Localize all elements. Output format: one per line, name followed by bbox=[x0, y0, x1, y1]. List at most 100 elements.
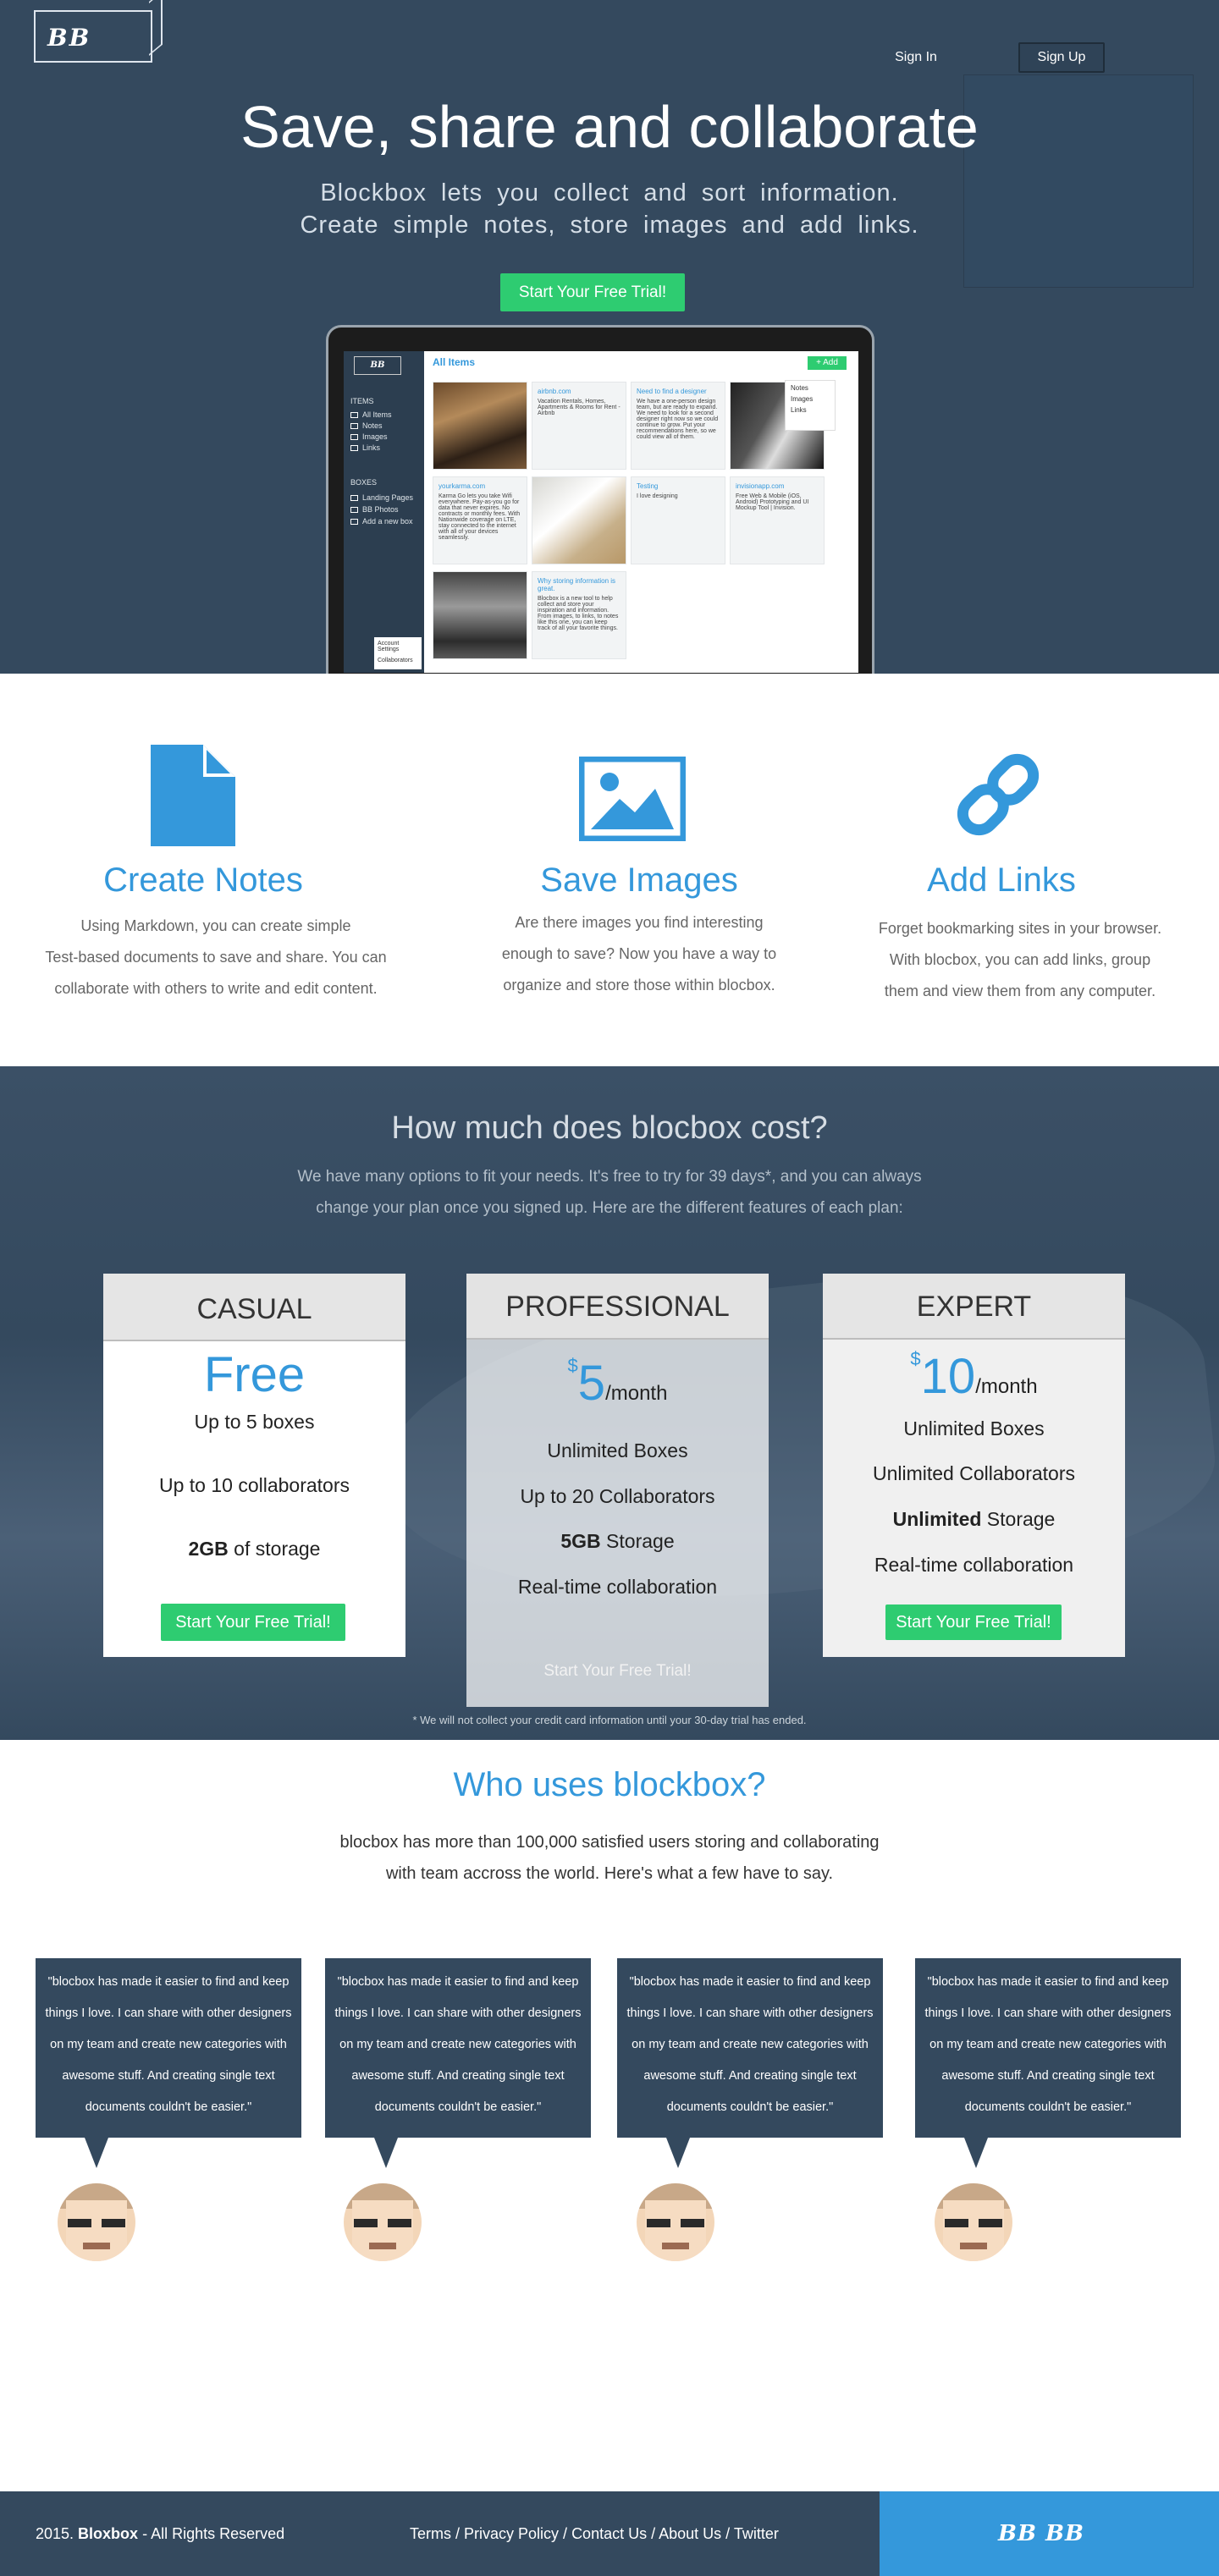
card-text: Free Web & Mobile (iOS, Android) Prototy… bbox=[736, 493, 809, 511]
plan-price-row: $5/month bbox=[466, 1355, 769, 1412]
storage-amount: Unlimited bbox=[892, 1508, 982, 1530]
plan-price-row: $10/month bbox=[823, 1348, 1125, 1405]
menu-images: Images bbox=[791, 395, 814, 403]
quote-line: documents couldn't be easier." bbox=[666, 2100, 834, 2114]
feature-text-line: them and view them from any computer. bbox=[884, 983, 1156, 999]
footer: 2015. Bloxbox - All Rights Reserved Term… bbox=[0, 2491, 1219, 2576]
expert-free-trial-button[interactable]: Start Your Free Trial! bbox=[885, 1604, 1062, 1640]
quote-line: awesome stuff. And creating single text bbox=[941, 2069, 1155, 2083]
account-settings-item: Account Settings bbox=[378, 641, 400, 652]
plan-price: 10 bbox=[920, 1349, 976, 1404]
link-icon bbox=[957, 753, 1040, 836]
plan-feature: Unlimited Boxes bbox=[903, 1417, 1045, 1439]
box-icon bbox=[350, 507, 358, 514]
logo[interactable]: BB bbox=[34, 10, 152, 63]
quote-line: things I love. I can share with other de… bbox=[924, 2006, 1172, 2020]
quote-line: "blocbox has made it easier to find and … bbox=[337, 1975, 579, 1989]
items-heading: ITEMS bbox=[350, 397, 374, 405]
sidebar-item-all-items: All Items bbox=[350, 410, 392, 419]
quote-line: "blocbox has made it easier to find and … bbox=[47, 1975, 290, 1989]
sidebar-item-notes: Notes bbox=[350, 421, 383, 430]
quote-line: on my team and create new categories wit… bbox=[50, 2038, 287, 2051]
feature-text-images: Are there images you find interesting en… bbox=[440, 907, 838, 1001]
plan-feature: Up to 20 Collaborators bbox=[520, 1485, 715, 1507]
quote-line: things I love. I can share with other de… bbox=[334, 2006, 582, 2020]
copyright-year: 2015. bbox=[36, 2525, 79, 2542]
sidebar-item-label: Links bbox=[362, 443, 381, 452]
quote-line: awesome stuff. And creating single text bbox=[351, 2069, 565, 2083]
logo-text: BB bbox=[47, 24, 91, 52]
footer-link-terms[interactable]: Terms bbox=[410, 2525, 451, 2542]
card-text: I love designing bbox=[637, 493, 678, 499]
type-menu: Notes Images Links bbox=[785, 380, 836, 431]
plan-feature: Real-time collaboration bbox=[517, 1576, 718, 1598]
plan-price: Free bbox=[203, 1347, 306, 1402]
feature-text-line: Test-based documents to save and share. … bbox=[45, 949, 387, 966]
feature-text-notes: Using Markdown, you can create simple Te… bbox=[17, 911, 415, 1005]
item-card-photo bbox=[433, 571, 527, 659]
card-text: Vacation Rentals, Homes, Apartments & Ro… bbox=[538, 399, 621, 416]
footer-logo[interactable]: BB BB bbox=[998, 2521, 1084, 2546]
sign-up-button[interactable]: Sign Up bbox=[1018, 42, 1105, 73]
card-title: Need to find a designer bbox=[637, 388, 707, 395]
item-card: yourkarma.com Karma Go lets you take Wifi… bbox=[433, 476, 527, 564]
hero-section: BB Sign In Sign Up Save, share and colla… bbox=[0, 0, 1219, 674]
feature-text-line: collaborate with others to write and edi… bbox=[54, 980, 378, 997]
testimonial-quote: "blocbox has made it easier to find and … bbox=[915, 1958, 1181, 2168]
testimonial-quote: "blocbox has made it easier to find and … bbox=[36, 1958, 301, 2168]
hero-title: Save, share and collaborate bbox=[240, 94, 979, 160]
plan-currency: $ bbox=[910, 1348, 921, 1369]
item-card: Testing I love designing bbox=[631, 476, 725, 564]
hero-subtitle-line1: Blockbox lets you collect and sort infor… bbox=[320, 179, 899, 206]
grid-icon bbox=[350, 412, 358, 419]
sidebar-item-label: All Items bbox=[362, 410, 392, 419]
all-items-title: All Items bbox=[433, 356, 476, 368]
pricing-intro-line: We have many options to fit your needs. … bbox=[297, 1168, 922, 1186]
box-icon bbox=[350, 495, 358, 502]
menu-links: Links bbox=[791, 406, 807, 414]
footer-link-contact[interactable]: Contact Us bbox=[571, 2525, 647, 2542]
footer-link-privacy[interactable]: Privacy Policy bbox=[464, 2525, 559, 2542]
avatar bbox=[935, 2183, 1012, 2261]
feature-text-line: organize and store those within blocbox. bbox=[503, 977, 775, 994]
plan-feature: Unlimited Collaborators bbox=[872, 1462, 1076, 1484]
avatar bbox=[58, 2183, 135, 2261]
plan-casual: CASUAL Free Up to 5 boxes Up to 10 colla… bbox=[103, 1274, 405, 1657]
sidebar-box-photos: BB Photos bbox=[350, 505, 399, 514]
quote-line: things I love. I can share with other de… bbox=[626, 2006, 874, 2020]
note-icon bbox=[350, 423, 358, 430]
sidebar-box-landing: Landing Pages bbox=[350, 493, 413, 502]
storage-label: Storage bbox=[600, 1530, 675, 1552]
footer-link-twitter[interactable]: Twitter bbox=[734, 2525, 779, 2542]
item-card-photo bbox=[433, 382, 527, 470]
sidebar-box-label: Add a new box bbox=[362, 517, 413, 526]
plan-storage: 5GB Storage bbox=[466, 1530, 769, 1553]
feature-text-links: Forget bookmarking sites in your browser… bbox=[821, 913, 1219, 1007]
plan-professional: PROFESSIONAL $5/month Unlimited Boxes Up… bbox=[466, 1274, 769, 1707]
add-button: + Add bbox=[808, 356, 847, 370]
account-menu: Account Settings Collaborators bbox=[374, 637, 422, 669]
card-text: We have a one-person design team, but ar… bbox=[637, 399, 719, 440]
item-card-photo bbox=[532, 476, 626, 564]
card-text: Blocbox is a new tool to help collect an… bbox=[538, 596, 619, 631]
sidebar-item-links: Links bbox=[350, 443, 380, 452]
casual-free-trial-button[interactable]: Start Your Free Trial! bbox=[161, 1604, 345, 1641]
feature-text-line: With blocbox, you can add links, group bbox=[889, 951, 1151, 968]
sign-in-link[interactable]: Sign In bbox=[880, 46, 951, 69]
card-text: Karma Go lets you take Wifi everywhere. … bbox=[439, 493, 521, 541]
plan-feature: Unlimited Boxes bbox=[547, 1439, 688, 1461]
quote-line: "blocbox has made it easier to find and … bbox=[927, 1975, 1169, 1989]
storage-label: of storage bbox=[228, 1538, 321, 1560]
sidebar-box-label: BB Photos bbox=[362, 505, 399, 514]
plan-feature: Up to 5 boxes bbox=[194, 1411, 315, 1433]
footer-link-about[interactable]: About Us bbox=[659, 2525, 721, 2542]
quote-line: documents couldn't be easier." bbox=[85, 2100, 252, 2114]
feature-text-line: Are there images you find interesting bbox=[515, 914, 764, 931]
testimonials-intro-line: blocbox has more than 100,000 satisfied … bbox=[339, 1833, 880, 1852]
professional-free-trial-button[interactable]: Start Your Free Trial! bbox=[466, 1662, 769, 1681]
sidebar-item-label: Images bbox=[362, 432, 388, 441]
feature-text-line: enough to save? Now you have a way to bbox=[501, 945, 777, 962]
menu-notes: Notes bbox=[791, 384, 808, 392]
quote-line: awesome stuff. And creating single text bbox=[62, 2069, 275, 2083]
free-trial-button[interactable]: Start Your Free Trial! bbox=[500, 273, 685, 311]
